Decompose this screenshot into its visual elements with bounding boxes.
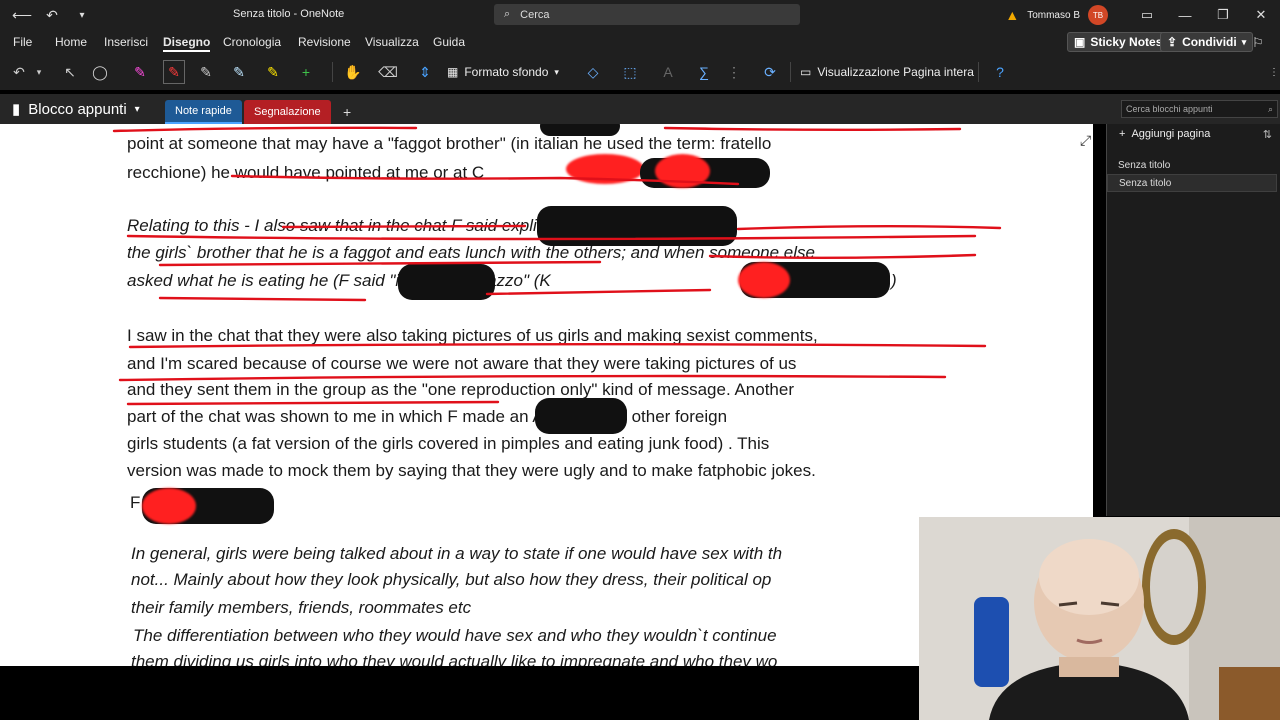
menu-revisione[interactable]: Revisione (298, 35, 351, 49)
ink-replay-icon[interactable]: ⟳ (760, 60, 780, 84)
background-grid-icon: ▦ (447, 65, 459, 79)
restore-button[interactable]: ❐ (1204, 0, 1242, 30)
quick-access-chevron-icon[interactable]: ▾ (72, 5, 92, 25)
notebook-name: Blocco appunti (28, 100, 127, 118)
webcam-overlay (919, 517, 1280, 720)
pan-hand-icon[interactable]: ✋ (343, 60, 363, 84)
chevron-down-icon: ▾ (1241, 36, 1247, 47)
menu-guida[interactable]: Guida (433, 35, 465, 49)
webcam-video-image (919, 517, 1280, 720)
pen-black-icon[interactable]: ✎ (196, 60, 216, 84)
menu-home[interactable]: Home (55, 35, 87, 49)
pen-light-icon[interactable]: ✎ (229, 60, 249, 84)
full-page-view-button[interactable]: ▭ Visualizzazione Pagina intera (800, 60, 974, 84)
notebook-search-input[interactable]: Cerca blocchi appunti ⌕ (1121, 100, 1278, 118)
add-page-button[interactable]: + Aggiungi pagina (1119, 128, 1210, 140)
bottom-black-area (0, 666, 919, 720)
notebook-selector[interactable]: ▮ Blocco appunti ▾ (12, 100, 140, 119)
format-background-button[interactable]: ▦ Formato sfondo ▾ (447, 60, 559, 84)
menu-disegno[interactable]: Disegno (163, 35, 211, 52)
pen-red-icon[interactable]: ✎ (163, 60, 185, 84)
warning-icon[interactable]: ▲ (1005, 7, 1019, 23)
window-title: Senza titolo - OneNote (233, 8, 345, 20)
minimize-button[interactable]: — (1166, 0, 1204, 30)
menu-inserisci[interactable]: Inserisci (104, 35, 148, 49)
page-item[interactable]: Senza titolo (1107, 156, 1277, 174)
ribbon-more-icon[interactable]: ⋮ (1269, 60, 1279, 84)
close-button[interactable]: ✕ (1242, 0, 1280, 30)
add-pen-icon[interactable]: + (296, 60, 316, 84)
notebook-icon: ▮ (12, 101, 21, 118)
ribbon-display-icon[interactable]: ▭ (1128, 0, 1166, 30)
lasso-select-icon[interactable]: ◯ (90, 60, 110, 84)
expand-icon[interactable]: ⤢ (1080, 132, 1091, 149)
search-icon: ⌕ (1267, 103, 1273, 114)
user-name[interactable]: Tommaso B (1027, 10, 1080, 21)
share-icon: ⇪ (1167, 35, 1178, 49)
page-item-selected[interactable]: Senza titolo (1107, 174, 1277, 192)
tab-note-rapide[interactable]: Note rapide (165, 100, 242, 124)
search-icon: ⌕ (504, 8, 511, 20)
avatar[interactable]: TB (1088, 5, 1108, 25)
share-label: Condividi (1182, 35, 1237, 49)
share-button[interactable]: ⇪ Condividi ▾ (1160, 32, 1254, 52)
add-page-label: Aggiungi pagina (1131, 128, 1211, 140)
title-search-placeholder: Cerca (520, 8, 550, 21)
notebook-search-placeholder: Cerca blocchi appunti (1126, 104, 1213, 114)
sort-icon[interactable]: ⇅ (1263, 128, 1272, 141)
undo-chevron-icon[interactable]: ▾ (33, 60, 45, 84)
insert-space-icon[interactable]: ⇕ (415, 60, 435, 84)
menu-bar: File Home Inserisci Disegno Cronologia R… (0, 30, 1280, 54)
help-icon[interactable]: ? (987, 60, 1013, 84)
tab-segnalazione[interactable]: Segnalazione (244, 100, 331, 124)
ink-to-math-icon[interactable]: ∑ (694, 60, 714, 84)
undo-icon[interactable]: ↶ (9, 60, 29, 84)
menu-visualizza[interactable]: Visualizza (365, 35, 419, 49)
add-section-button[interactable]: + (333, 100, 361, 124)
ink-to-shape-icon[interactable]: ⬚ (620, 60, 640, 84)
eraser-icon[interactable]: ⌫ (378, 60, 398, 84)
drawing-ribbon: ↶ ▾ ↖ ◯ ✎ ✎ ✎ ✎ ✎ + ✋ ⌫ ⇕ ▦ Formato sfon… (0, 54, 1280, 90)
chevron-down-icon: ▾ (134, 103, 140, 115)
sticky-notes-icon: ▣ (1074, 35, 1086, 49)
full-page-icon: ▭ (800, 65, 812, 79)
chevron-down-icon: ▾ (554, 66, 559, 77)
sticky-notes-label: Sticky Notes (1090, 35, 1163, 49)
feedback-icon[interactable]: ⚐ (1252, 35, 1264, 51)
title-search-box[interactable]: ⌕ Cerca (494, 4, 800, 25)
notebook-bar: ▮ Blocco appunti ▾ Note rapide Segnalazi… (0, 94, 1280, 124)
select-arrow-icon[interactable]: ↖ (60, 60, 80, 84)
sticky-notes-button[interactable]: ▣ Sticky Notes (1067, 32, 1170, 52)
menu-cronologia[interactable]: Cronologia (223, 35, 281, 49)
undo-icon[interactable]: ↶ (42, 5, 62, 25)
highlighter-yellow-icon[interactable]: ✎ (262, 60, 284, 84)
ink-align-icon[interactable]: ⋮ (724, 60, 744, 84)
pen-magenta-icon[interactable]: ✎ (130, 60, 150, 84)
page-list-panel: + Aggiungi pagina ⇅ Senza titolo Senza t… (1106, 124, 1280, 516)
back-icon[interactable]: ⟵ (12, 5, 32, 25)
ink-to-text-icon[interactable]: A (658, 60, 678, 84)
menu-file[interactable]: File (13, 35, 32, 49)
full-page-view-label: Visualizzazione Pagina intera (817, 65, 974, 79)
title-bar: ⟵ ↶ ▾ Senza titolo - OneNote ⌕ Cerca ▲ T… (0, 0, 1280, 30)
format-background-label: Formato sfondo (464, 65, 549, 79)
plus-icon: + (1119, 128, 1126, 140)
shapes-icon[interactable]: ◇ (580, 60, 606, 84)
